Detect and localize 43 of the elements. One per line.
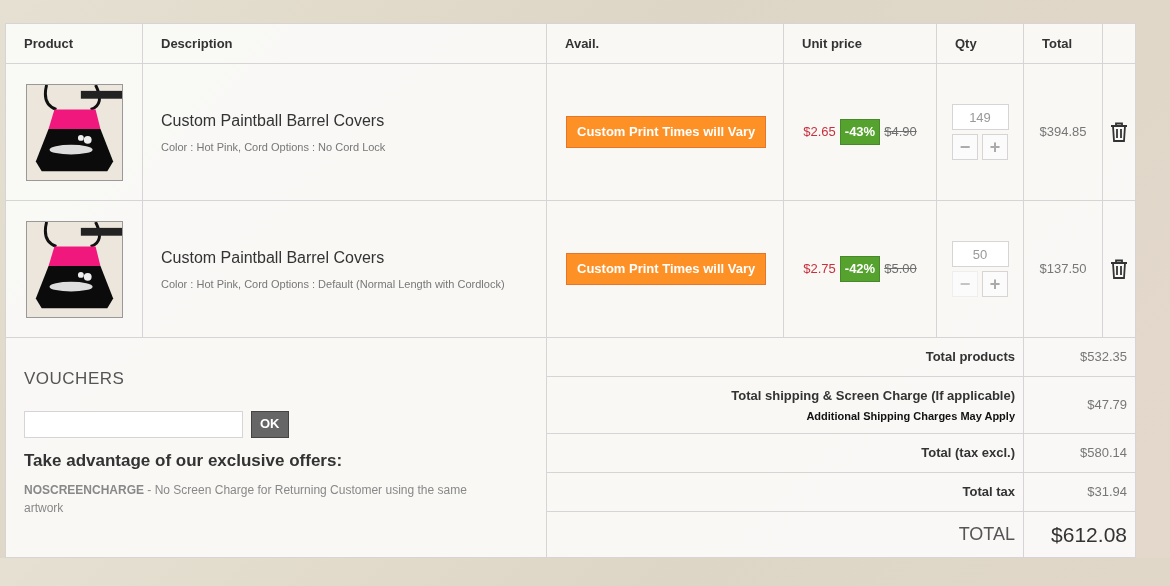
ok-button[interactable]: OK xyxy=(251,410,289,438)
discount-badge: -43% xyxy=(839,119,881,145)
summary-value: $47.79 xyxy=(1087,397,1127,413)
delete-icon[interactable] xyxy=(1110,259,1128,279)
line-total: $394.85 xyxy=(1039,124,1087,140)
column-header: Description xyxy=(161,35,233,51)
availability-label: Custom Print Times will Vary xyxy=(566,116,767,148)
old-price: $5.00 xyxy=(884,260,917,279)
column-header: Unit price xyxy=(802,35,862,51)
old-price: $4.90 xyxy=(884,123,917,142)
voucher-field[interactable] xyxy=(24,410,243,438)
column-header: Qty xyxy=(955,35,977,51)
column-header: Product xyxy=(24,35,74,51)
product-attributes: Color : Hot Pink, Cord Options : No Cord Lock xyxy=(161,139,387,155)
summary-value: $31.94 xyxy=(1087,484,1127,500)
summary-label: Total shipping & Screen Charge (If applicable) xyxy=(730,386,1015,405)
summary-value: $580.14 xyxy=(1080,445,1127,461)
discount-badge: -42% xyxy=(839,256,881,282)
delete-icon[interactable] xyxy=(1110,122,1128,142)
quantity-field[interactable]: 50 xyxy=(951,241,1009,267)
line-total: $137.50 xyxy=(1039,261,1087,277)
summary-label: Total (tax excl.) xyxy=(920,444,1015,463)
product-attributes: Color : Hot Pink, Cord Options : Default (Normal Length with Cordlock) xyxy=(161,276,506,292)
summary-label: TOTAL xyxy=(957,523,1015,546)
summary-note: Additional Shipping Charges May Apply xyxy=(805,409,1015,424)
quantity-field[interactable]: 149 xyxy=(951,104,1009,130)
summary-label: Total products xyxy=(924,348,1015,367)
summary-label: Total tax xyxy=(961,483,1015,502)
offers-heading: Take advantage of our exclusive offers: xyxy=(24,449,344,472)
product-name[interactable]: Custom Paintball Barrel Covers xyxy=(161,245,545,270)
product-name[interactable]: Custom Paintball Barrel Covers xyxy=(161,108,545,133)
offer-text: NOSCREENCHARGE - No Screen Charge for Returning Customer using the same artwork xyxy=(24,482,468,517)
summary-value: $612.08 xyxy=(1051,522,1127,546)
plus-button[interactable]: + xyxy=(982,134,1008,160)
section-title: VOUCHERS xyxy=(24,368,126,390)
unit-price: $2.75 xyxy=(803,260,836,279)
minus-button[interactable]: − xyxy=(952,134,978,160)
plus-button[interactable]: + xyxy=(982,271,1008,297)
unit-price: $2.65 xyxy=(803,123,836,142)
column-header: Total xyxy=(1042,35,1073,51)
availability-label: Custom Print Times will Vary xyxy=(566,253,767,285)
summary-value: $532.35 xyxy=(1080,349,1127,365)
column-header: Avail. xyxy=(565,35,600,51)
